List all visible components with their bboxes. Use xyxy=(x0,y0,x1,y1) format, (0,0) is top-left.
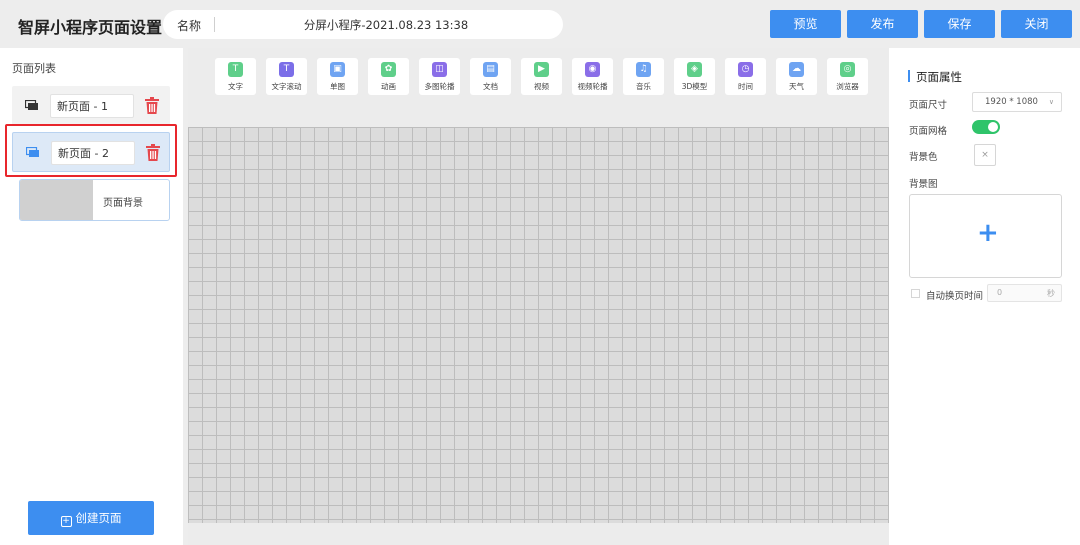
trash-icon[interactable] xyxy=(146,144,160,161)
save-button[interactable]: 保存 xyxy=(924,10,995,38)
auto-switch-row: 自动换页时间 0 秒 xyxy=(909,284,1069,302)
page-list-panel: 页面列表 页面 xyxy=(0,48,183,545)
canvas-bottom-margin xyxy=(188,523,889,545)
tool-3[interactable]: ▣ 单图 xyxy=(317,58,358,95)
tool-label: 文字滚动 xyxy=(271,82,302,91)
tool-label: 动画 xyxy=(381,82,396,91)
tool-icon: ✿ xyxy=(381,62,396,77)
page-grid-label: 页面网格 xyxy=(909,126,948,137)
create-page-label: 创建页面 xyxy=(75,511,122,525)
tool-label: 视频轮播 xyxy=(577,82,608,91)
page-size-value: 1920 * 1080 xyxy=(985,97,1038,107)
page-name-input[interactable] xyxy=(51,141,135,165)
tool-label: 浏览器 xyxy=(836,82,859,91)
publish-button[interactable]: 发布 xyxy=(847,10,918,38)
canvas-top-margin xyxy=(188,102,889,127)
trash-icon[interactable] xyxy=(145,97,159,114)
tool-icon: ◫ xyxy=(432,62,447,77)
tool-4[interactable]: ✿ 动画 xyxy=(368,58,409,95)
auto-switch-label: 自动换页时间 xyxy=(926,291,984,302)
auto-switch-value: 0 xyxy=(997,288,1003,297)
tool-label: 时间 xyxy=(738,82,753,91)
app-title: 智屏小程序页面设置 xyxy=(18,18,163,37)
tool-icon: ♫ xyxy=(636,62,651,77)
page-properties-title: 页面属性 xyxy=(916,70,962,84)
tool-9[interactable]: ♫ 音乐 xyxy=(623,58,664,95)
tool-label: 3D模型 xyxy=(681,82,708,91)
screen-icon xyxy=(25,100,38,110)
toggle-knob xyxy=(988,122,998,132)
auto-switch-checkbox[interactable] xyxy=(911,289,920,298)
preview-button[interactable]: 预览 xyxy=(770,10,841,38)
tool-icon: T xyxy=(279,62,294,77)
tool-11[interactable]: ◷ 时间 xyxy=(725,58,766,95)
page-list-title: 页面列表 xyxy=(12,62,56,75)
tool-1[interactable]: T 文字 xyxy=(215,58,256,95)
tool-label: 文档 xyxy=(483,82,498,91)
plus-square-icon: + xyxy=(60,516,72,527)
create-page-button[interactable]: + 创建页面 xyxy=(28,501,154,535)
tool-label: 文字 xyxy=(228,82,243,91)
tool-5[interactable]: ◫ 多图轮播 xyxy=(419,58,460,95)
tool-13[interactable]: ◎ 浏览器 xyxy=(827,58,868,95)
tool-label: 视频 xyxy=(534,82,549,91)
tool-8[interactable]: ◉ 视频轮播 xyxy=(572,58,613,95)
tool-icon: ◎ xyxy=(840,62,855,77)
name-input[interactable] xyxy=(221,14,551,35)
tool-label: 多图轮播 xyxy=(424,82,455,91)
bg-image-upload[interactable]: + xyxy=(909,194,1062,278)
plus-icon: + xyxy=(977,218,999,248)
auto-switch-time-input[interactable]: 0 秒 xyxy=(987,284,1062,302)
design-canvas-grid[interactable] xyxy=(188,127,889,523)
top-header: 智屏小程序页面设置 名称 预览 发布 保存 关闭 xyxy=(0,0,1080,48)
tool-10[interactable]: ◈ 3D模型 xyxy=(674,58,715,95)
tool-label: 单图 xyxy=(330,82,345,91)
tool-icon: ◉ xyxy=(585,62,600,77)
chevron-down-icon: ∨ xyxy=(1048,98,1054,106)
tool-icon: ◈ xyxy=(687,62,702,77)
auto-switch-unit: 秒 xyxy=(1047,289,1055,298)
tool-icon: ◷ xyxy=(738,62,753,77)
page-name-input[interactable] xyxy=(50,94,134,118)
tool-6[interactable]: ▤ 文档 xyxy=(470,58,511,95)
background-thumbnail xyxy=(20,180,93,220)
section-accent-bar xyxy=(908,70,910,82)
page-background-label: 页面背景 xyxy=(103,198,143,209)
name-divider xyxy=(214,17,215,32)
page-size-select[interactable]: 1920 * 1080 ∨ xyxy=(972,92,1062,112)
page-grid-toggle[interactable] xyxy=(972,120,1000,134)
tool-icon: ▶ xyxy=(534,62,549,77)
tool-icon: ▣ xyxy=(330,62,345,77)
tool-icon: T xyxy=(228,62,243,77)
tool-label: 音乐 xyxy=(636,82,651,91)
bg-image-label: 背景图 xyxy=(909,179,938,190)
tool-icon: ▤ xyxy=(483,62,498,77)
tool-2[interactable]: T 文字滚动 xyxy=(266,58,307,95)
close-button[interactable]: 关闭 xyxy=(1001,10,1072,38)
name-label: 名称 xyxy=(177,19,202,33)
bg-color-label: 背景色 xyxy=(909,152,938,163)
tool-icon: ☁ xyxy=(789,62,804,77)
tool-label: 天气 xyxy=(789,82,804,91)
component-toolbar: T 文字 T 文字滚动 ▣ 单图 ✿ 动画 ◫ 多图轮播 ▤ 文档 ▶ 视频 ◉ 视频轮播 ♫ 音乐 ◈ 3D模型 ◷ 时… xyxy=(188,48,889,102)
page-size-label: 页面尺寸 xyxy=(909,100,948,111)
tool-7[interactable]: ▶ 视频 xyxy=(521,58,562,95)
screen-icon xyxy=(26,147,39,157)
page-properties-panel: 页面属性 页面尺寸 1920 * 1080 ∨ 页面网格 背景色 × 背景图 +… xyxy=(889,48,1080,545)
tool-12[interactable]: ☁ 天气 xyxy=(776,58,817,95)
name-field-container: 名称 xyxy=(163,10,563,39)
page-item-2[interactable] xyxy=(12,132,170,172)
bg-color-picker[interactable]: × xyxy=(974,144,996,166)
page-item-1[interactable] xyxy=(12,86,170,126)
page-background-item[interactable]: 页面背景 xyxy=(19,179,170,221)
